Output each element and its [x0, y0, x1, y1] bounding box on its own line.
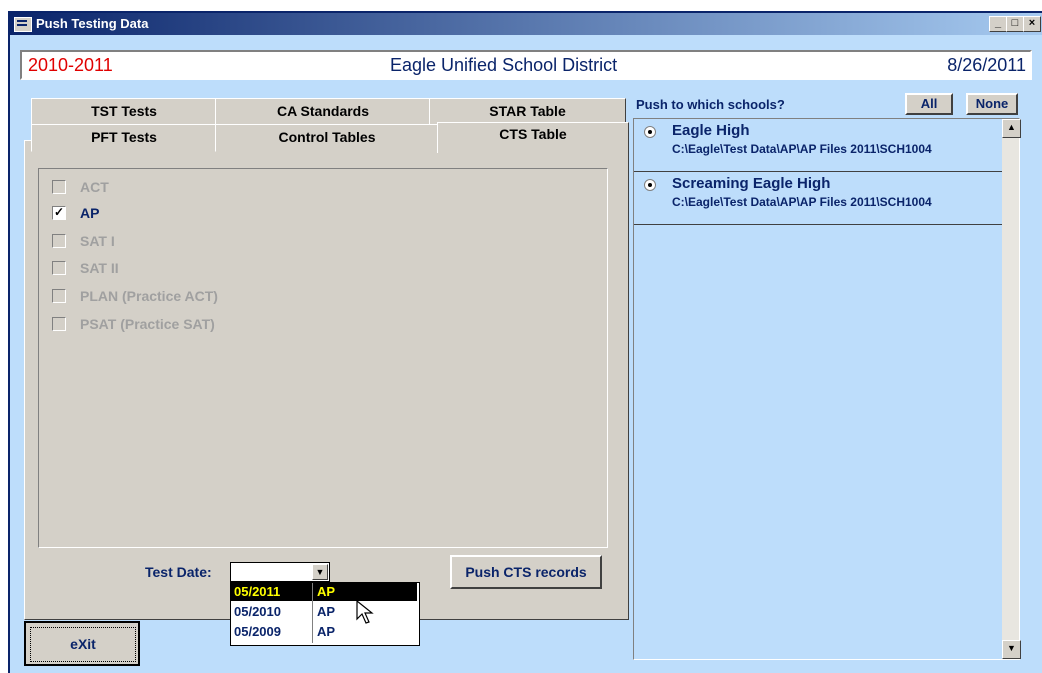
option-type: AP — [317, 584, 336, 599]
option-date: 05/2011 — [234, 584, 281, 599]
checkbox-box[interactable] — [52, 317, 66, 331]
school-name: Eagle High — [672, 122, 750, 139]
option-type: AP — [317, 604, 336, 619]
current-date: 8/26/2011 — [947, 55, 1026, 75]
district-name: Eagle Unified School District — [390, 55, 618, 75]
tab-control-tables[interactable]: Control Tables — [215, 124, 439, 152]
school-year: 2010-2011 — [28, 55, 113, 75]
school-path: C:\Eagle\Test Data\AP\AP Files 2011\SCH1… — [672, 142, 932, 156]
school-path: C:\Eagle\Test Data\AP\AP Files 2011\SCH1… — [672, 195, 932, 209]
checkbox-ap[interactable]: ✓ AP — [52, 204, 242, 224]
minimize-button[interactable]: _ — [989, 16, 1007, 32]
checkbox-psat[interactable]: PSAT (Practice SAT) — [52, 315, 242, 335]
none-button[interactable]: None — [966, 93, 1018, 115]
schools-list: Eagle High C:\Eagle\Test Data\AP\AP File… — [633, 118, 1021, 660]
checkbox-box[interactable] — [52, 289, 66, 303]
checkbox-sat-ii[interactable]: SAT II — [52, 259, 242, 279]
school-item[interactable]: Eagle High C:\Eagle\Test Data\AP\AP File… — [634, 119, 1002, 172]
tab-label: Control Tables — [278, 129, 376, 145]
test-date-label: Test Date: — [145, 564, 212, 580]
checkbox-label: PLAN (Practice ACT) — [80, 288, 218, 304]
scroll-down-icon[interactable]: ▼ — [1002, 640, 1021, 659]
dropdown-option[interactable]: 05/2010 AP — [231, 603, 417, 621]
tab-ca-standards[interactable]: CA Standards — [215, 98, 431, 126]
all-button[interactable]: All — [905, 93, 953, 115]
school-name: Screaming Eagle High — [672, 175, 831, 192]
checkbox-box[interactable]: ✓ — [52, 206, 66, 220]
test-type-frame — [38, 168, 608, 548]
school-item[interactable]: Screaming Eagle High C:\Eagle\Test Data\… — [634, 172, 1002, 225]
exit-button-label: eXit — [30, 627, 136, 662]
option-date: 05/2010 — [234, 604, 281, 619]
chevron-down-icon[interactable]: ▼ — [312, 564, 328, 580]
tab-label: TST Tests — [91, 103, 157, 119]
tab-label: CTS Table — [499, 126, 567, 142]
checkbox-label: AP — [80, 205, 100, 221]
checkbox-box[interactable] — [52, 234, 66, 248]
tab-tst-tests[interactable]: TST Tests — [31, 98, 217, 126]
checkbox-box[interactable] — [52, 261, 66, 275]
test-date-select[interactable]: ▼ — [230, 562, 330, 582]
checkbox-sat-i[interactable]: SAT I — [52, 232, 242, 252]
option-date: 05/2009 — [234, 624, 281, 639]
vertical-scrollbar[interactable]: ▲ ▼ — [1002, 119, 1021, 659]
dropdown-option[interactable]: 05/2011 AP — [231, 583, 417, 601]
header-bar: 2010-2011 Eagle Unified School District … — [20, 50, 1032, 80]
test-date-dropdown: 05/2011 AP 05/2010 AP 05/2009 AP — [230, 582, 420, 646]
dropdown-option[interactable]: 05/2009 AP — [231, 623, 417, 641]
checkbox-label: SAT I — [80, 233, 115, 249]
mouse-cursor-icon — [356, 600, 374, 624]
checkbox-act[interactable]: ACT — [52, 178, 242, 198]
tab-label: PFT Tests — [91, 129, 157, 145]
exit-button[interactable]: eXit — [24, 621, 140, 666]
checkbox-label: SAT II — [80, 260, 119, 276]
window-title: Push Testing Data — [36, 16, 149, 31]
tab-label: CA Standards — [276, 103, 370, 119]
radio-button[interactable] — [644, 126, 656, 138]
tab-label: STAR Table — [489, 103, 566, 119]
option-type: AP — [317, 624, 336, 639]
tab-pft-tests[interactable]: PFT Tests — [31, 124, 217, 152]
push-cts-records-button[interactable]: Push CTS records — [450, 555, 602, 589]
checkbox-plan[interactable]: PLAN (Practice ACT) — [52, 287, 242, 307]
checkbox-label: ACT — [80, 179, 109, 195]
checkbox-label: PSAT (Practice SAT) — [80, 316, 215, 332]
scroll-up-icon[interactable]: ▲ — [1002, 119, 1021, 138]
checkbox-box[interactable] — [52, 180, 66, 194]
form-icon — [14, 17, 32, 32]
maximize-button[interactable]: □ — [1006, 16, 1024, 32]
title-bar: Push Testing Data _ □ × — [10, 13, 1042, 35]
schools-label: Push to which schools? — [636, 97, 785, 112]
radio-button[interactable] — [644, 179, 656, 191]
close-button[interactable]: × — [1023, 16, 1041, 32]
tab-cts-table[interactable]: CTS Table — [437, 122, 629, 153]
column-divider — [312, 583, 313, 643]
